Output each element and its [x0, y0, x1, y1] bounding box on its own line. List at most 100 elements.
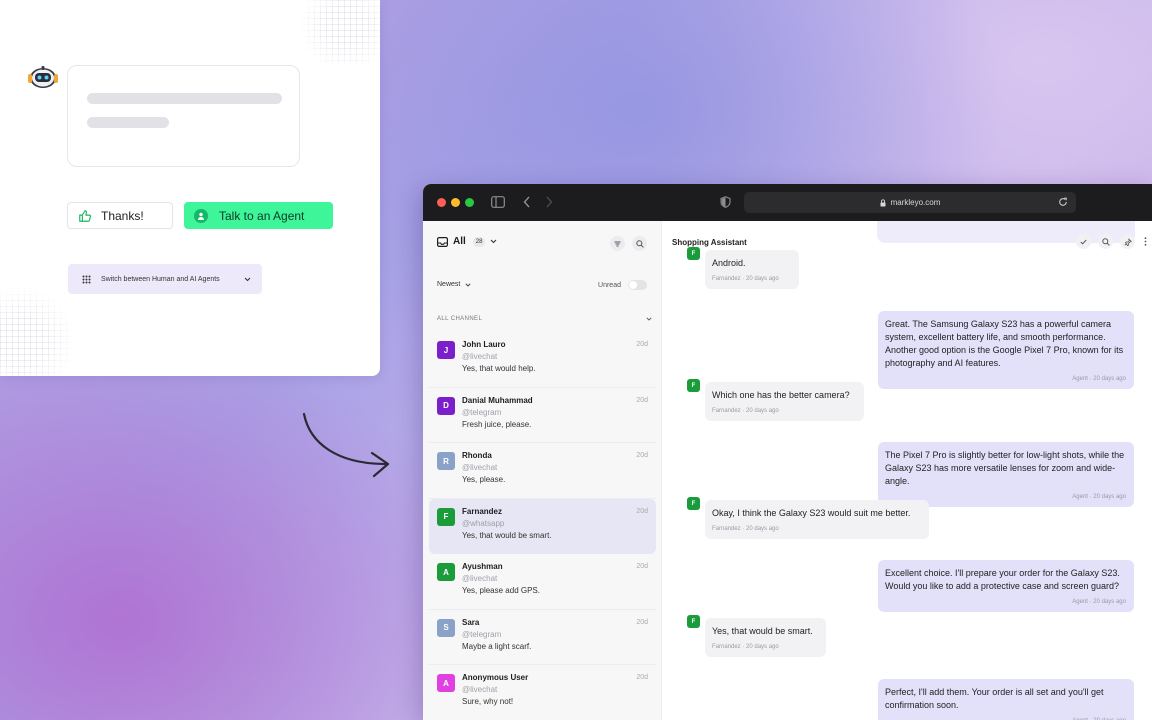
- contact-avatar: F: [437, 507, 455, 526]
- talk-to-agent-button[interactable]: Talk to an Agent: [184, 202, 333, 229]
- message-text: Perfect, I'll add them. Your order is al…: [885, 687, 1104, 710]
- contact-name: Danial Muhammad: [462, 395, 533, 405]
- close-window-button[interactable]: [437, 198, 446, 207]
- last-message: Yes, please.: [462, 475, 506, 484]
- more-options-button[interactable]: [1142, 237, 1148, 246]
- conversation-item[interactable]: F Farnandez @whatsapp Yes, that would be…: [429, 498, 656, 554]
- grid-dots-icon: [82, 275, 91, 283]
- message-time: 20d: [636, 618, 648, 626]
- promo-card: Thanks! Talk to an Agent Switch between …: [0, 0, 380, 376]
- contact-channel: @livechat: [462, 463, 498, 472]
- message-text: Okay, I think the Galaxy S23 would suit …: [712, 508, 911, 518]
- message-meta: Farnandez · 20 days ago: [712, 644, 779, 650]
- customer-avatar: F: [687, 615, 700, 628]
- thanks-button[interactable]: Thanks!: [67, 202, 173, 229]
- agent-message: The Pixel 7 Pro is slightly better for l…: [878, 442, 1134, 507]
- talk-to-agent-label: Talk to an Agent: [219, 208, 305, 223]
- chat-panel: Shopping Assistant F Android. Farnandez …: [663, 221, 1152, 720]
- contact-name: John Lauro: [462, 340, 506, 349]
- typing-skeleton-card: [67, 65, 300, 167]
- filter-button[interactable]: [610, 236, 625, 251]
- unread-filter: Unread: [598, 280, 647, 290]
- address-bar[interactable]: markleyo.com: [744, 192, 1076, 213]
- grid-decoration: [296, 0, 380, 64]
- conversation-item[interactable]: A Anonymous User @livechat Sure, why not…: [429, 665, 656, 720]
- switch-agents-dropdown[interactable]: Switch between Human and AI Agents: [68, 264, 262, 294]
- minimize-window-button[interactable]: [451, 198, 460, 207]
- sort-label: Newest: [437, 281, 461, 288]
- url-text: markleyo.com: [890, 198, 941, 207]
- chevron-down-icon: [646, 317, 652, 321]
- sidebar-toggle-icon[interactable]: [491, 196, 505, 208]
- grid-decoration: [0, 288, 72, 376]
- contact-avatar: D: [437, 396, 455, 415]
- switch-agents-label: Switch between Human and AI Agents: [101, 275, 220, 283]
- more-vertical-icon: [1144, 237, 1146, 246]
- sort-dropdown[interactable]: Newest: [437, 281, 471, 288]
- message-time: 20d: [636, 563, 648, 570]
- message-time: 20d: [636, 396, 648, 404]
- message-meta: Agent · 20 days ago: [1072, 599, 1126, 605]
- browser-window: markleyo.com All 28 Newest Unread ALL CH…: [423, 184, 1152, 720]
- browser-titlebar: markleyo.com: [423, 184, 1152, 221]
- unread-toggle[interactable]: [628, 280, 647, 290]
- agent-message: Excellent choice. I'll prepare your orde…: [878, 560, 1134, 612]
- conversation-item[interactable]: S Sara @telegram Maybe a light scarf. 20…: [429, 610, 656, 665]
- last-message: Yes, please add GPS.: [462, 586, 540, 595]
- contact-avatar: J: [437, 341, 455, 359]
- lock-icon: [880, 198, 886, 206]
- message-time: 20d: [636, 341, 648, 348]
- checkmark-icon: [1080, 239, 1087, 245]
- message-text: Android.: [712, 258, 746, 268]
- customer-message: Okay, I think the Galaxy S23 would suit …: [705, 500, 929, 539]
- message-text: Great. The Samsung Galaxy S23 has a powe…: [885, 319, 1124, 368]
- privacy-shield-icon[interactable]: [720, 196, 731, 208]
- conversation-list: J John Lauro @livechat Yes, that would h…: [429, 332, 656, 720]
- message-time: 20d: [636, 674, 648, 681]
- thanks-label: Thanks!: [101, 208, 144, 223]
- back-arrow-icon[interactable]: [523, 196, 531, 208]
- last-message: Fresh juice, please.: [462, 419, 532, 429]
- conversation-item[interactable]: A Ayushman @livechat Yes, please add GPS…: [429, 554, 656, 610]
- message-text: The Pixel 7 Pro is slightly better for l…: [885, 450, 1125, 486]
- unread-label: Unread: [598, 281, 621, 289]
- inbox-header[interactable]: All 28: [437, 236, 497, 247]
- message-time: 20d: [636, 452, 648, 459]
- last-message: Yes, that would help.: [462, 364, 536, 373]
- contact-avatar: A: [437, 674, 455, 692]
- contact-channel: @livechat: [462, 574, 498, 583]
- contact-channel: @telegram: [462, 629, 502, 639]
- inbox-count-badge: 28: [472, 236, 486, 247]
- search-button[interactable]: [632, 236, 647, 251]
- message-meta: Farnandez · 20 days ago: [712, 408, 779, 414]
- customer-avatar: F: [687, 497, 700, 510]
- pin-button[interactable]: [1120, 234, 1135, 249]
- resolve-button[interactable]: [1076, 234, 1091, 249]
- customer-avatar: F: [687, 379, 700, 392]
- forward-arrow-icon[interactable]: [545, 196, 553, 208]
- conversation-item[interactable]: J John Lauro @livechat Yes, that would h…: [429, 332, 656, 388]
- chat-toolbar: [1076, 234, 1148, 249]
- contact-name: Rhonda: [462, 451, 492, 460]
- inbox-title: All: [453, 236, 466, 247]
- reload-icon[interactable]: [1058, 197, 1068, 207]
- conversation-item[interactable]: D Danial Muhammad @telegram Fresh juice,…: [429, 388, 656, 443]
- chat-search-button[interactable]: [1098, 234, 1113, 249]
- last-message: Yes, that would be smart.: [462, 530, 552, 540]
- maximize-window-button[interactable]: [465, 198, 474, 207]
- message-meta: Farnandez · 20 days ago: [712, 526, 779, 532]
- message-time: 20d: [636, 507, 648, 515]
- contact-avatar: R: [437, 452, 455, 470]
- message-text: Excellent choice. I'll prepare your orde…: [885, 568, 1120, 591]
- contact-channel: @livechat: [462, 685, 498, 694]
- conversation-item[interactable]: R Rhonda @livechat Yes, please. 20d: [429, 443, 656, 499]
- contact-avatar: A: [437, 563, 455, 581]
- message-meta: Farnandez · 20 days ago: [712, 276, 779, 282]
- message-text: Yes, that would be smart.: [712, 626, 813, 636]
- curved-arrow-icon: [302, 412, 390, 478]
- contact-name: Farnandez: [462, 506, 503, 516]
- search-icon: [1101, 237, 1110, 246]
- contact-name: Anonymous User: [462, 673, 529, 682]
- channel-section-header[interactable]: ALL CHANNEL: [437, 316, 656, 322]
- inbox-panel: All 28 Newest Unread ALL CHANNEL J John …: [423, 221, 662, 720]
